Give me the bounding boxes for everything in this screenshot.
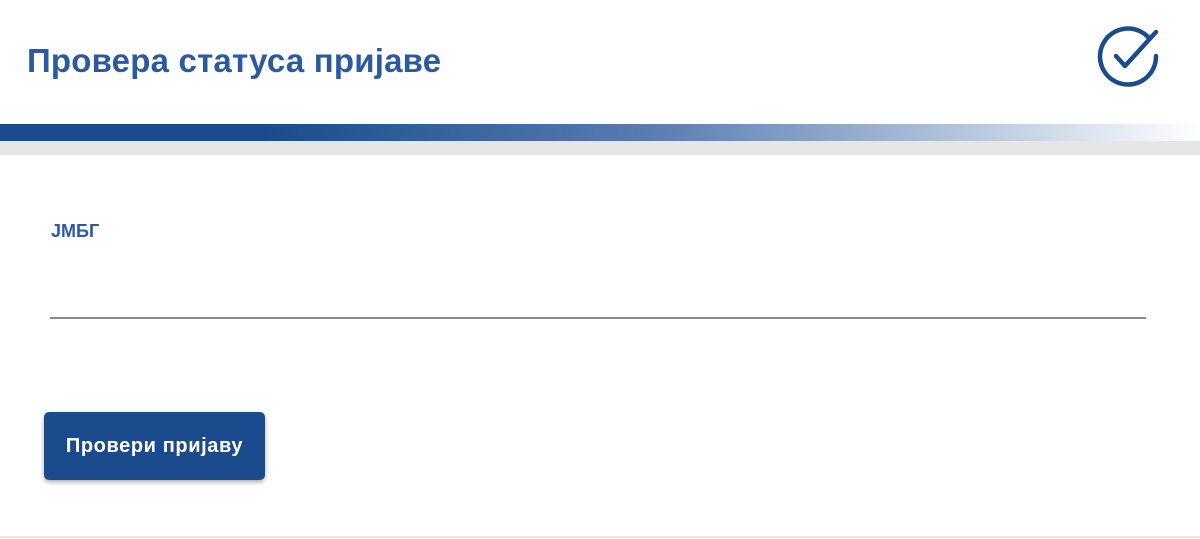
header-accent-bar [0,124,1200,141]
header-shadow-band [0,141,1200,155]
page-title: Провера статуса пријаве [27,42,442,79]
jmbg-input[interactable] [50,262,1146,319]
bottom-divider [0,536,1200,538]
jmbg-label: ЈМБГ [51,221,100,241]
status-check-card: Провера статуса пријаве ЈМБГ Провери при… [0,0,1200,539]
check-circle-icon [1097,26,1159,87]
check-application-button[interactable]: Провери пријаву [44,412,265,480]
card-header: Провера статуса пријаве [0,0,1200,124]
